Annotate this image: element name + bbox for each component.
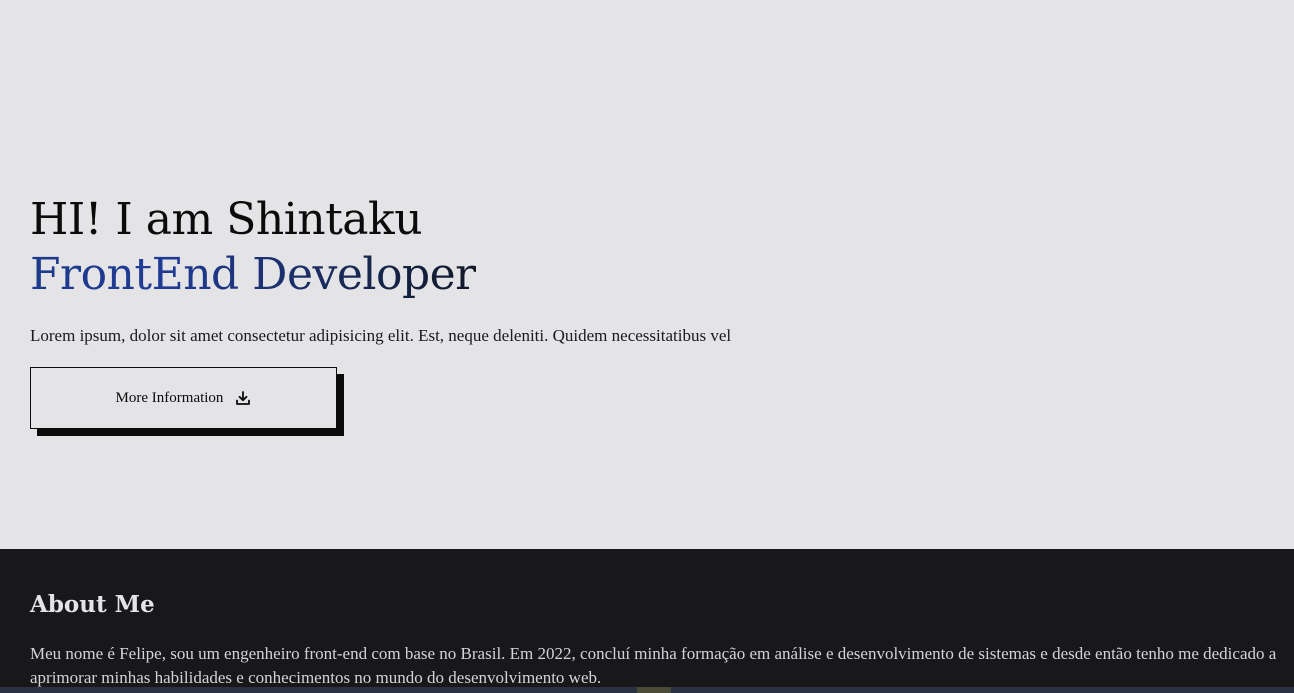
- hero-greeting: HI! I am Shintaku: [30, 194, 423, 245]
- hero-section: HI! I am Shintaku FrontEnd Developer Lor…: [0, 0, 1294, 549]
- more-information-label: More Information: [115, 389, 224, 406]
- more-information-button[interactable]: More Information: [30, 367, 337, 429]
- bottom-divider-accent: [637, 687, 671, 693]
- about-section: About Me Meu nome é Felipe, sou um engen…: [0, 549, 1294, 693]
- about-title: About Me: [30, 591, 155, 618]
- about-text: Meu nome é Felipe, sou um engenheiro fro…: [30, 644, 1277, 687]
- hero-role: FrontEnd Developer: [30, 249, 476, 300]
- hero-title: HI! I am Shintaku FrontEnd Developer: [30, 192, 476, 302]
- hero-description: Lorem ipsum, dolor sit amet consectetur …: [30, 326, 732, 345]
- more-information-button-wrapper: More Information: [30, 367, 344, 436]
- download-icon: [235, 390, 251, 406]
